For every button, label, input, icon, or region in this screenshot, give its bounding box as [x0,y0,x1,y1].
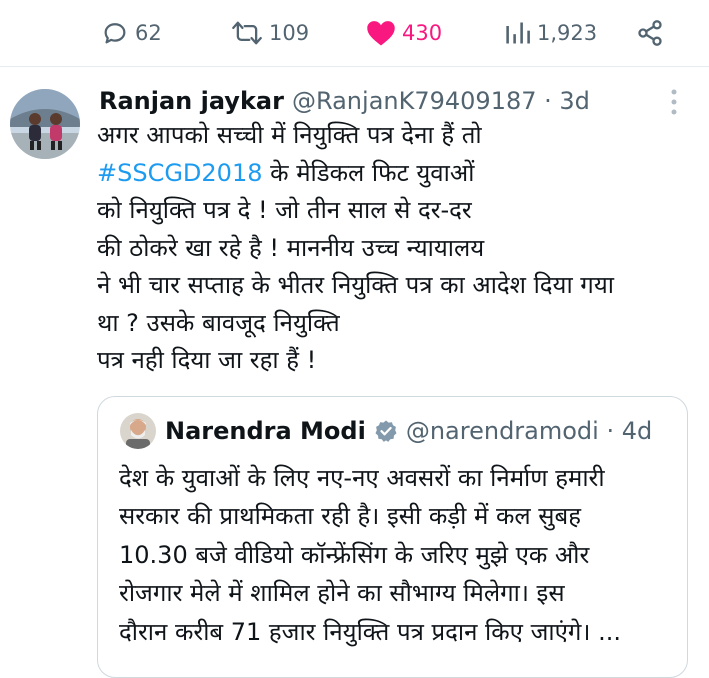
tweet-text-line: था ? उसके बावजूद नियुक्ति [97,308,340,337]
tweet-text-line: की ठोकरे खा रहे है ! माननीय उच्च न्यायाल… [97,233,485,262]
share-button[interactable] [636,17,664,49]
retweet-count: 109 [269,21,310,45]
tweet-header: Ranjan jaykar @RanjanK79409187 · 3d [99,84,590,118]
tweet-text: अगर आपको सच्ची में नियुक्ति पत्र देना है… [97,117,697,380]
tweet-text-line: ने भी चार सप्ताह के भीतर नियुक्ति पत्र क… [97,271,614,299]
quoted-author-name[interactable]: Narendra Modi [165,417,366,445]
author-handle-time[interactable]: @RanjanK79409187 · 3d [292,87,590,115]
more-icon[interactable] [664,87,684,117]
avatar-photo [10,89,80,159]
share-icon [638,20,662,46]
reply-button[interactable]: 62 [101,17,162,49]
quoted-avatar-photo [120,413,156,449]
like-button[interactable]: 430 [366,17,442,49]
views-count: 1,923 [537,21,598,45]
tweet-action-bar: 62 109 430 1,923 [0,0,709,66]
tweet-text-line: को नियुक्ति पत्र दे ! जो तीन साल से दर-द… [97,196,472,224]
avatar[interactable] [10,89,80,159]
tweet-text-line: पत्र नही दिया जा रहा हैं ! [97,346,317,374]
quoted-text-line: देश के युवाओं के लिए नए-नए अवसरों का निर… [119,464,605,492]
quoted-text-line: दौरान करीब 71 हजार नियुक्ति पत्र प्रदान … [119,617,622,646]
quoted-author-handle-time[interactable]: @narendramodi · 4d [406,417,652,445]
tweet-text-line: #SSCGD2018 के मेडिकल फिट युवाओं [97,155,697,193]
quoted-avatar[interactable] [120,413,156,449]
retweet-icon [232,21,262,45]
divider [0,66,709,67]
quoted-text-line: 10.30 बजे वीडियो कॉन्फ्रेंसिंग के जरिए म… [119,540,590,569]
like-count: 430 [402,21,443,45]
tweet-text-segment: के मेडिकल फिट युवाओं [262,158,475,187]
verified-icon [375,420,397,442]
quoted-text-line: सरकार की प्राथमिकता रही है। इसी कड़ी में… [119,502,581,531]
quoted-tweet-card[interactable]: Narendra Modi @narendramodi · 4d देश के … [97,396,688,678]
quoted-tweet-header: Narendra Modi @narendramodi · 4d [165,413,652,449]
quoted-text-line: रोजगार मेले में शामिल होने का सौभाग्य मि… [119,579,565,608]
retweet-button[interactable]: 109 [231,17,309,49]
quoted-tweet-text: देश के युवाओं के लिए नए-नए अवसरों का निर… [119,459,679,651]
views-button[interactable]: 1,923 [505,17,597,49]
views-icon [506,22,530,44]
reply-count: 62 [135,21,162,45]
hashtag-link[interactable]: #SSCGD2018 [97,159,263,187]
author-name[interactable]: Ranjan jaykar [99,87,284,115]
tweet-text-line: अगर आपको सच्ची में नियुक्ति पत्र देना है… [97,121,482,149]
like-icon [367,21,395,46]
reply-icon [104,23,126,44]
